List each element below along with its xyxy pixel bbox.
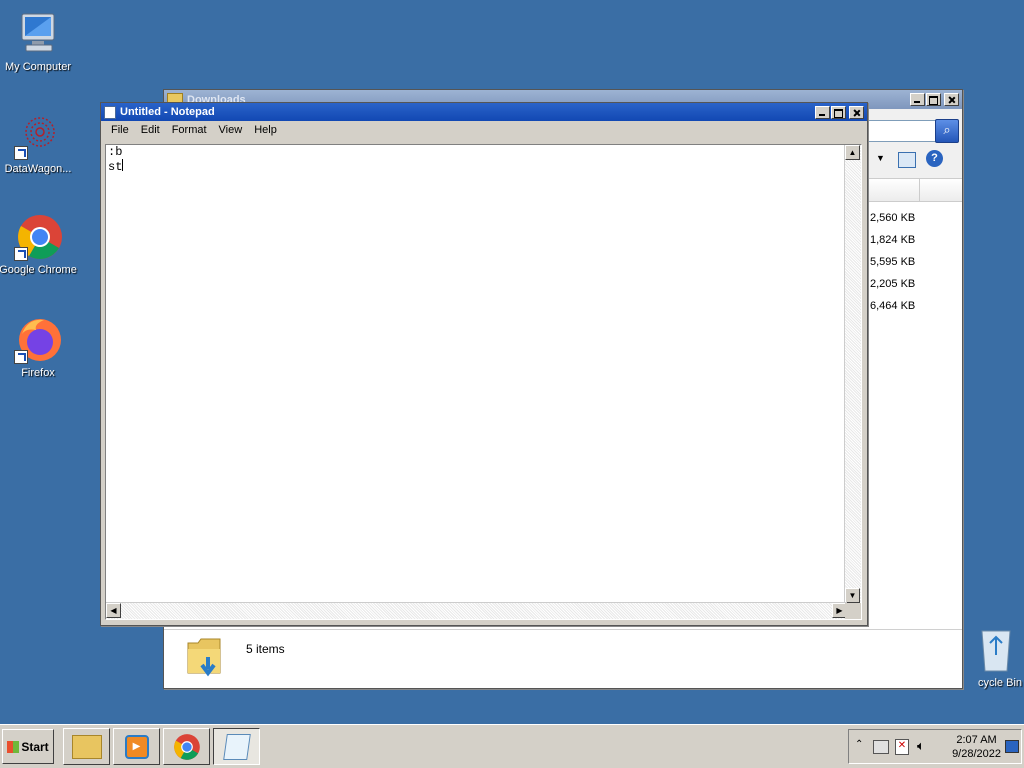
desktop-icon-label: Firefox [21, 367, 55, 379]
computer-icon [14, 10, 62, 58]
desktop-icon-google-chrome[interactable]: Google Chrome [0, 213, 78, 276]
chrome-icon [173, 733, 200, 760]
scroll-up-button[interactable]: ▲ [845, 145, 860, 160]
action-center-icon[interactable]: ✕ [895, 739, 909, 755]
search-icon[interactable]: ⌕ [935, 119, 959, 143]
menu-format[interactable]: Format [166, 124, 213, 136]
file-size-cell: 2,560 KB [870, 212, 916, 224]
taskbar-notepad-button[interactable] [213, 728, 260, 765]
menu-view[interactable]: View [213, 124, 249, 136]
notepad-maximize-button[interactable] [831, 105, 846, 119]
notepad-close-button[interactable] [849, 105, 864, 119]
vertical-scrollbar[interactable]: ▲ ▼ [844, 145, 861, 603]
menu-edit[interactable]: Edit [135, 124, 166, 136]
clock-time: 2:07 AM [956, 734, 997, 746]
preview-pane-icon[interactable] [898, 152, 916, 168]
notepad-title: Untitled - Notepad [120, 106, 215, 118]
scroll-left-button[interactable]: ◀ [106, 603, 121, 618]
notepad-minimize-button[interactable] [815, 105, 830, 119]
recycle-bin-icon [976, 625, 1016, 673]
menu-help[interactable]: Help [248, 124, 283, 136]
explorer-minimize-button[interactable] [910, 93, 925, 106]
desktop-icon-datawagon[interactable]: DataWagon... [0, 112, 78, 175]
firefox-icon [14, 316, 62, 364]
notepad-text-area[interactable]: :b st ▲ ▼ ◀ ▶ [105, 144, 862, 620]
desktop-icon-label: DataWagon... [4, 163, 72, 175]
explorer-maximize-button[interactable] [926, 93, 941, 106]
taskbar-explorer-button[interactable] [63, 728, 110, 765]
shortcut-arrow-icon [14, 247, 28, 261]
notepad-content: :b st [108, 145, 124, 174]
notepad-line: st [108, 160, 123, 174]
scroll-down-button[interactable]: ▼ [845, 588, 860, 603]
explorer-toolbar: ▼ ? [866, 145, 962, 175]
explorer-icon [71, 734, 102, 759]
menu-file[interactable]: File [105, 124, 135, 136]
downloads-folder-icon [186, 635, 222, 677]
file-size-cell: 5,595 KB [870, 256, 916, 268]
horizontal-scrollbar[interactable]: ◀ ▶ [106, 602, 847, 619]
taskbar-media-button[interactable]: ▶ [113, 728, 160, 765]
start-label: Start [21, 739, 49, 754]
recycle-bin-label: cycle Bin [977, 677, 1023, 689]
explorer-details-pane: 5 items [164, 629, 962, 688]
explorer-close-button[interactable] [944, 93, 959, 106]
desktop-icon-label: My Computer [4, 61, 72, 73]
start-button[interactable]: Start [2, 729, 54, 764]
shortcut-arrow-icon [14, 146, 28, 160]
desktop-icon-my-computer[interactable]: My Computer [0, 10, 78, 73]
notepad-titlebar[interactable]: Untitled - Notepad [101, 103, 867, 121]
explorer-item-count: 5 items [246, 642, 285, 656]
file-size-cell: 1,824 KB [870, 234, 916, 246]
chevron-up-icon[interactable]: ⌃ [855, 739, 863, 750]
explorer-column-header[interactable] [866, 178, 962, 202]
notepad-menubar: File Edit Format View Help [101, 121, 867, 139]
resize-grip-icon[interactable] [845, 603, 861, 619]
datawagon-icon [14, 112, 62, 160]
help-icon[interactable]: ? [926, 150, 943, 167]
media-player-icon: ▶ [124, 734, 149, 759]
taskbar-chrome-button[interactable] [163, 728, 210, 765]
desktop-icon-label: Google Chrome [0, 264, 77, 276]
file-size-cell: 6,464 KB [870, 300, 916, 312]
clock[interactable]: 2:07 AM 9/28/2022 [952, 733, 1001, 761]
network-icon[interactable] [873, 740, 889, 754]
notepad-line: :b [108, 145, 123, 159]
chevron-down-icon[interactable]: ▼ [876, 153, 885, 163]
show-desktop-icon[interactable] [1005, 740, 1019, 753]
notepad-icon [104, 105, 116, 119]
chrome-icon [14, 213, 62, 261]
desktop-icon-firefox[interactable]: Firefox [0, 316, 78, 379]
text-caret [122, 159, 124, 171]
explorer-search-input[interactable] [866, 120, 938, 142]
file-size-cell: 2,205 KB [870, 278, 916, 290]
shortcut-arrow-icon [14, 350, 28, 364]
taskbar: Start ▶ ⌃ ✕ 🔈︎ 2:07 AM 9/28/2022 [0, 724, 1024, 768]
notepad-icon [222, 733, 251, 760]
volume-icon[interactable]: 🔈︎ [917, 738, 925, 754]
system-tray: ⌃ ✕ 🔈︎ 2:07 AM 9/28/2022 [848, 729, 1022, 764]
notepad-window[interactable]: Untitled - Notepad File Edit Format View… [100, 102, 868, 626]
windows-logo-icon [7, 740, 20, 753]
clock-date: 9/28/2022 [952, 748, 1001, 760]
